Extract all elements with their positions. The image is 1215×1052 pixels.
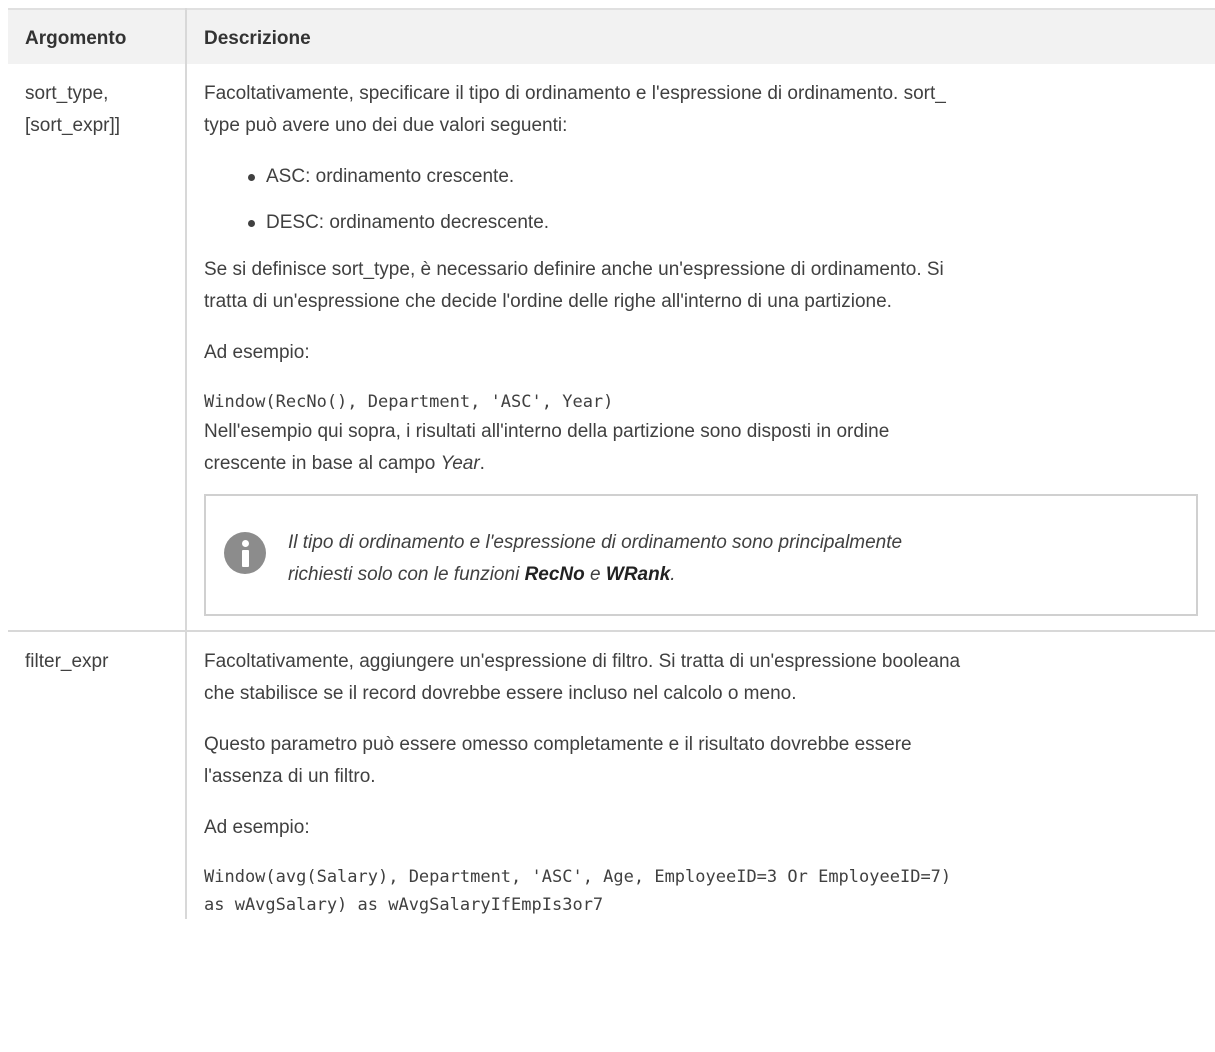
text-line: type può avere uno dei due valori seguen… [204, 115, 568, 136]
note-text: Il tipo di ordinamento e l'espressione d… [288, 527, 1136, 591]
list-item: DESC: ordinamento decrescente. [248, 207, 1198, 239]
description-paragraph: Questo parametro può essere omesso compl… [204, 729, 1198, 793]
function-wrank: WRank [605, 564, 671, 585]
argument-name: filter_expr [25, 651, 109, 672]
code-line: as wAvgSalary) as wAvgSalaryIfEmpIs3or7 [204, 895, 604, 915]
argument-cell: filter_expr [8, 631, 187, 919]
table-row: sort_type, [sort_expr]] Facoltativamente… [8, 64, 1215, 632]
argument-cell: sort_type, [sort_expr]] [8, 64, 187, 632]
text-line: che stabilisce se il record dovrebbe ess… [204, 683, 797, 704]
example-label: Ad esempio: [204, 817, 310, 838]
list-item: ASC: ordinamento crescente. [248, 161, 1198, 193]
header-argomento: Argomento [8, 8, 187, 64]
description-paragraph: Nell'esempio qui sopra, i risultati all'… [204, 416, 1198, 480]
arguments-table: Argomento Descrizione sort_type, [sort_e… [8, 8, 1215, 919]
sort-type-list: ASC: ordinamento crescente. DESC: ordina… [204, 161, 1198, 239]
text-line: tratta di un'espressione che decide l'or… [204, 291, 892, 312]
description-paragraph: Se si definisce sort_type, è necessario … [204, 254, 1198, 318]
description-cell: Facoltativamente, specificare il tipo di… [186, 64, 1215, 632]
table-header-row: Argomento Descrizione [8, 8, 1215, 64]
text-line: l'assenza di un filtro. [204, 766, 376, 787]
argument-name-line1: sort_type, [25, 83, 109, 104]
text-line: Facoltativamente, specificare il tipo di… [204, 83, 946, 104]
function-recno: RecNo [524, 564, 585, 585]
note-conj: e [584, 564, 606, 585]
bullet-icon [248, 174, 255, 181]
list-item-text: ASC: ordinamento crescente. [266, 166, 515, 187]
header-descrizione: Descrizione [186, 8, 1215, 64]
field-name: Year [440, 453, 480, 474]
list-item-text: DESC: ordinamento decrescente. [266, 212, 550, 233]
text-line: crescente in base al campo [204, 453, 441, 474]
example-label: Ad esempio: [204, 342, 310, 363]
description-cell: Facoltativamente, aggiungere un'espressi… [186, 631, 1215, 919]
text-line: Questo parametro può essere omesso compl… [204, 734, 912, 755]
code-line: Window(avg(Salary), Department, 'ASC', A… [204, 867, 952, 887]
note-line: Il tipo di ordinamento e l'espressione d… [288, 532, 903, 553]
text-line: Facoltativamente, aggiungere un'espressi… [204, 651, 961, 672]
text-punct: . [479, 453, 485, 474]
description-paragraph: Facoltativamente, aggiungere un'espressi… [204, 646, 1198, 710]
table-row: filter_expr Facoltativamente, aggiungere… [8, 631, 1215, 919]
bullet-icon [248, 220, 255, 227]
info-icon [224, 532, 266, 574]
description-paragraph: Facoltativamente, specificare il tipo di… [204, 78, 1198, 142]
argument-name-line2: [sort_expr]] [25, 115, 121, 136]
code-example: Window(RecNo(), Department, 'ASC', Year) [204, 392, 614, 412]
note-box: Il tipo di ordinamento e l'espressione d… [204, 494, 1198, 616]
text-line: Nell'esempio qui sopra, i risultati all'… [204, 421, 890, 442]
note-line: richiesti solo con le funzioni [288, 564, 525, 585]
text-line: Se si definisce sort_type, è necessario … [204, 259, 944, 280]
note-punct: . [670, 564, 676, 585]
code-example: Window(avg(Salary), Department, 'ASC', A… [204, 863, 1198, 919]
